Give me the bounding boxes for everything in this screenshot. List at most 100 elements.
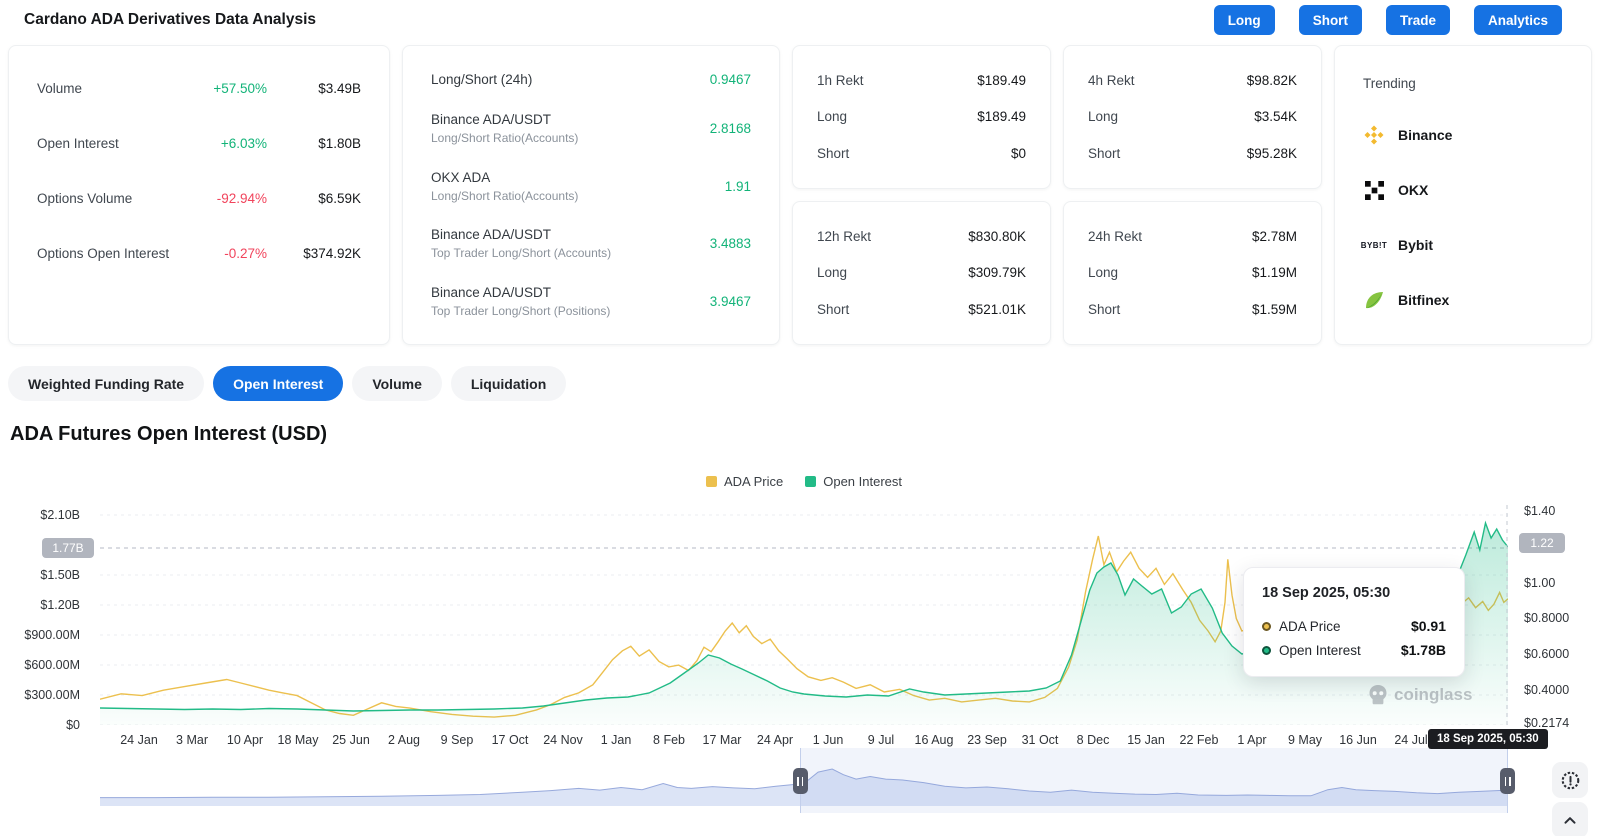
- x-axis-tick-label: 17 Oct: [491, 733, 529, 747]
- ratio-value: 3.9467: [709, 294, 751, 309]
- rekt-title: 4h Rekt: [1088, 73, 1135, 89]
- coinglass-watermark: coinglass: [1368, 684, 1472, 705]
- chart-navigator[interactable]: [100, 748, 1515, 813]
- stat-change: +57.50%: [213, 80, 267, 96]
- navigator-left-handle-icon[interactable]: [792, 768, 808, 794]
- ada-price-swatch-icon: [705, 476, 717, 487]
- legend-item-open-interest[interactable]: Open Interest: [805, 474, 902, 489]
- stat-label: Options Open Interest: [37, 245, 170, 261]
- header: Cardano ADA Derivatives Data Analysis Lo…: [0, 0, 1600, 42]
- rekt-total: $2.78M: [1251, 229, 1297, 245]
- ratio-label: OKX ADA: [431, 169, 491, 185]
- y-axis-tick-right: $1.40: [1524, 503, 1556, 518]
- x-axis-tick-label: 8 Feb: [653, 733, 685, 747]
- rekt-total: $830.80K: [968, 229, 1026, 245]
- long-button[interactable]: Long: [1213, 5, 1275, 35]
- x-axis-tick-label: 18 May: [277, 733, 319, 747]
- header-buttons: Long Short Trade Analytics: [1213, 5, 1562, 35]
- rekt-total: $98.82K: [1246, 73, 1297, 89]
- x-axis-tick-label: 9 Jul: [867, 733, 895, 747]
- ratio-value: 3.4883: [709, 236, 751, 252]
- trending-card: Trending Binance OKX BYB!T Bybit Bitfine…: [1334, 45, 1592, 345]
- x-axis-tick-label: 22 Feb: [1179, 733, 1219, 747]
- rekt-short-label: Short: [817, 301, 850, 317]
- trending-title: Trending: [1363, 76, 1416, 91]
- rekt-title: 1h Rekt: [817, 73, 864, 89]
- legend-item-ada-price[interactable]: ADA Price: [705, 474, 783, 489]
- ratio-row: Binance ADA/USDT Long/Short Ratio(Accoun…: [431, 112, 751, 145]
- current-price-badge: 1.22: [1519, 533, 1565, 554]
- bybit-logo-icon: BYB!T: [1360, 240, 1388, 250]
- rekt-long-label: Long: [817, 109, 848, 125]
- x-axis-tick-label: 16 Jun: [1339, 733, 1377, 747]
- alert-button[interactable]: [1552, 762, 1588, 798]
- okx-logo-icon: [1363, 179, 1385, 201]
- short-button[interactable]: Short: [1298, 5, 1362, 35]
- bitfinex-logo-icon: [1363, 289, 1385, 311]
- chart-tabs: Weighted Funding Rate Open Interest Volu…: [8, 366, 567, 401]
- rekt-title: 12h Rekt: [817, 229, 872, 245]
- x-axis-tick-label: 25 Jun: [332, 733, 370, 747]
- rekt-card-4h: 4h Rekt $98.82K Long $3.54K Short $95.28K: [1063, 45, 1322, 189]
- x-axis-tick-label: 24 Jul: [1394, 733, 1428, 747]
- tab-volume[interactable]: Volume: [352, 366, 442, 401]
- y-axis-tick-left: $1.50B: [40, 568, 80, 582]
- rekt-short-value: $95.28K: [1246, 145, 1297, 161]
- rekt-long-label: Long: [817, 265, 848, 281]
- page: Cardano ADA Derivatives Data Analysis Lo…: [0, 0, 1600, 836]
- chart-title: ADA Futures Open Interest (USD): [10, 423, 328, 445]
- rekt-cards-grid: 1h Rekt $189.49 Long $189.49 Short $0 4h Re…: [792, 45, 1322, 345]
- current-oi-badge: 1.77B: [42, 538, 94, 558]
- y-axis-tick-right: $0.6000: [1524, 647, 1570, 662]
- y-axis-tick-right: $0.8000: [1524, 611, 1570, 626]
- trade-button[interactable]: Trade: [1385, 5, 1450, 35]
- tooltip-row-ada-price: ADA Price $0.91: [1262, 614, 1446, 638]
- y-axis-tick-left: $0: [66, 718, 80, 732]
- alert-badge-icon: [1561, 771, 1579, 789]
- stat-change: +6.03%: [220, 135, 267, 151]
- x-axis-tick-label: 15 Jan: [1127, 733, 1165, 747]
- trending-item-binance[interactable]: Binance: [1363, 124, 1563, 146]
- rekt-long-value: $189.49: [977, 109, 1026, 125]
- x-axis-tick-label: 17 Mar: [702, 733, 742, 747]
- stat-change: -0.27%: [224, 245, 267, 261]
- trending-item-bitfinex[interactable]: Bitfinex: [1363, 289, 1563, 311]
- ratio-row: Binance ADA/USDT Top Trader Long/Short (…: [431, 227, 751, 260]
- stat-label: Volume: [37, 80, 83, 96]
- x-axis-tick-label: 2 Aug: [388, 733, 420, 747]
- ratio-sublabel: Top Trader Long/Short (Accounts): [431, 246, 612, 261]
- rekt-long-label: Long: [1088, 109, 1119, 125]
- ada-price-dot-icon: [1262, 621, 1271, 631]
- y-axis-tick-left: $600.00M: [24, 658, 80, 672]
- y-axis-tick-right: $0.4000: [1524, 683, 1570, 698]
- navigator-right-handle-icon[interactable]: [1500, 768, 1515, 794]
- trending-item-bybit[interactable]: BYB!T Bybit: [1360, 234, 1563, 256]
- market-stats-card: Volume +57.50% $3.49B Open Interest +6.0…: [8, 45, 390, 345]
- rekt-short-value: $521.01K: [968, 301, 1026, 317]
- ratio-row: Long/Short (24h) 0.9467: [431, 72, 751, 87]
- collapse-button[interactable]: [1552, 802, 1588, 836]
- rekt-short-label: Short: [817, 145, 850, 161]
- summary-cards-row: Volume +57.50% $3.49B Open Interest +6.0…: [8, 45, 1592, 345]
- trending-name: Bybit: [1398, 237, 1433, 253]
- y-axis-tick-left: $300.00M: [24, 688, 80, 702]
- rekt-long-label: Long: [1088, 265, 1119, 281]
- y-axis-tick-right: $1.00: [1524, 575, 1556, 590]
- trending-name: Binance: [1398, 127, 1453, 143]
- tooltip-date: 18 Sep 2025, 05:30: [1262, 585, 1391, 601]
- x-axis-tick-label: 9 May: [1287, 733, 1323, 747]
- tab-weighted-funding-rate[interactable]: Weighted Funding Rate: [8, 366, 205, 401]
- stat-change: -92.94%: [216, 190, 267, 206]
- analytics-button[interactable]: Analytics: [1473, 5, 1562, 35]
- stat-value: $3.49B: [318, 80, 361, 96]
- navigator-selection[interactable]: [799, 748, 1508, 813]
- tab-liquidation[interactable]: Liquidation: [450, 366, 567, 401]
- page-title: Cardano ADA Derivatives Data Analysis: [24, 11, 317, 28]
- trending-name: OKX: [1398, 182, 1429, 198]
- x-axis-tick-label: 16 Aug: [914, 733, 954, 747]
- tab-open-interest[interactable]: Open Interest: [213, 366, 344, 401]
- x-axis-tick-label: 24 Jan: [120, 733, 158, 747]
- ratio-value: 0.9467: [709, 72, 751, 87]
- trending-item-okx[interactable]: OKX: [1363, 179, 1563, 201]
- tooltip-label: Open Interest: [1279, 642, 1361, 658]
